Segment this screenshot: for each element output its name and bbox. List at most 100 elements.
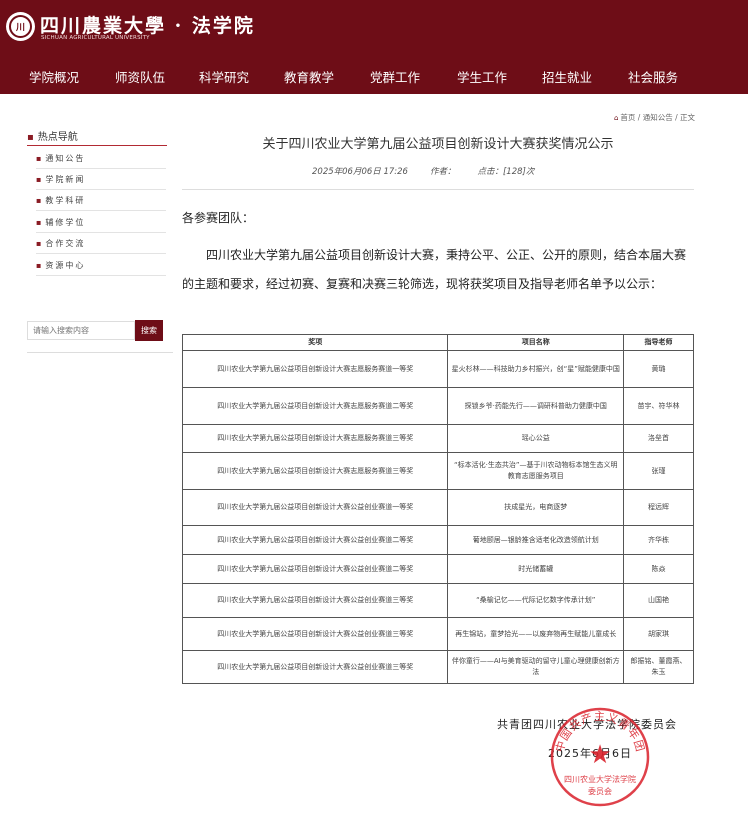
nav-item-research[interactable]: 科学研究 [199,67,249,86]
award-table: 奖项 项目名称 指导老师 四川农业大学第九届公益项目创新设计大赛志愿服务赛道一等… [181,334,694,684]
table-row: 四川农业大学第九届公益项目创新设计大赛公益创业赛道三等奖 “桑榆记忆——代际记忆… [181,583,694,618]
article-title: 关于四川农业大学第九届公益项目创新设计大赛获奖情况公示 [262,137,614,152]
signature-organization: 共青团四川农业大学法学院委员会 [497,718,677,731]
article-greeting: 各参赛团队： [182,211,255,225]
advisor-cell: 张瑾 [623,452,694,490]
table-header-row: 奖项 项目名称 指导老师 [181,334,694,351]
award-cell: 四川农业大学第九届公益项目创新设计大赛公益创业赛道二等奖 [181,525,449,555]
sidebar-item-notices[interactable]: ▪ 通知公告 [36,148,166,169]
column-header-award: 奖项 [181,334,449,351]
sidebar-item-cooperation[interactable]: ▪ 合作交流 [36,233,166,254]
advisor-cell: 黄璐 [623,350,694,388]
site-name[interactable]: 四川農業大學 · 法学院 [40,11,255,38]
nav-item-students[interactable]: 学生工作 [457,67,507,86]
sidebar-item-label: 通知公告 [45,154,86,163]
search-button[interactable]: 搜索 [135,320,163,341]
breadcrumb: ⌂ 首页 / 通知公告 / 正文 [614,112,695,123]
publish-date: 2025年06月06日 17:26 [312,167,408,177]
project-cell: 时光储蓄罐 [447,554,625,584]
bullet-icon: ▪ [36,154,42,163]
nav-item-service[interactable]: 社会服务 [628,67,678,86]
sidebar-divider [27,145,167,146]
article-meta: 2025年06月06日 17:26 作者： 点击：[128]次 [312,165,556,177]
nav-item-teaching[interactable]: 教育教学 [284,67,334,86]
advisor-cell: 洛垒首 [623,424,694,453]
advisor-cell: 郎振铭、董霞燕、朱玉 [623,650,694,684]
advisor-cell: 陈焱 [623,554,694,584]
article-body: 四川农业大学第九届公益项目创新设计大赛，秉持公平、公正、公开的原则，结合本届大赛… [182,248,687,291]
project-cell: 瑶心公益 [447,424,625,453]
nav-item-party[interactable]: 党群工作 [370,67,420,86]
click-count: 点击：[128]次 [477,167,535,177]
sidebar-item-research[interactable]: ▪ 教学科研 [36,190,166,211]
project-cell: 葡地颐居—银龄推含适老化改造领航计划 [447,525,625,555]
award-cell: 四川农业大学第九届公益项目创新设计大赛公益创业赛道二等奖 [181,554,449,584]
project-cell: 探锁乡爷·药能先行——调研科普助力健康中国 [447,387,625,425]
project-cell: “标本活化·生态共治”—基于川农动物标本馆生态义明教育志愿服务项目 [447,452,625,490]
sidebar-title: ▪ 热点导航 [27,128,78,143]
table-row: 四川农业大学第九届公益项目创新设计大赛志愿服务赛道三等奖 瑶心公益 洛垒首 [181,424,694,453]
nav-item-about[interactable]: 学院概况 [29,67,79,86]
seal-bottom-text: 四川农业大学法学院 [564,774,636,784]
sidebar-item-minor[interactable]: ▪ 辅修学位 [36,212,166,233]
breadcrumb-current: 正文 [680,113,695,122]
advisor-cell: 齐华栋 [623,525,694,555]
logo-emblem: 川 [9,15,32,38]
table-row: 四川农业大学第九届公益项目创新设计大赛公益创业赛道三等奖 伴你童行——AI与美育… [181,650,694,684]
award-cell: 四川农业大学第九届公益项目创新设计大赛志愿服务赛道三等奖 [181,424,449,453]
breadcrumb-section[interactable]: 通知公告 [643,113,673,122]
sidebar-item-news[interactable]: ▪ 学院新闻 [36,169,166,190]
bullet-icon: ▪ [36,196,42,205]
university-logo[interactable]: 川 [6,12,35,41]
project-cell: 再生锦站，童梦拾光——以废弃物再生赋能儿童成长 [447,617,625,651]
bullet-icon: ▪ [36,175,42,184]
award-cell: 四川农业大学第九届公益项目创新设计大赛公益创业赛道三等奖 [181,650,449,684]
advisor-cell: 胡家琪 [623,617,694,651]
seal-bottom-text-2: 委员会 [588,786,612,796]
signature-date: 2025年6月6日 [548,747,632,760]
breadcrumb-home[interactable]: 首页 [620,113,635,122]
home-icon: ⌂ [613,114,619,122]
column-header-project: 项目名称 [447,334,625,351]
site-header: 川 四川農業大學 · 法学院 SICHUAN AGRICULTURAL UNIV… [0,0,748,94]
sidebar-item-label: 教学科研 [45,196,86,205]
sidebar-item-label: 合作交流 [45,239,86,248]
advisor-cell: 程远辉 [623,489,694,526]
award-cell: 四川农业大学第九届公益项目创新设计大赛公益创业赛道三等奖 [181,617,449,651]
project-cell: 伴你童行——AI与美育驱动的留守儿童心理健康创新方法 [447,650,625,684]
table-row: 四川农业大学第九届公益项目创新设计大赛志愿服务赛道二等奖 探锁乡爷·药能先行——… [181,387,694,425]
award-cell: 四川农业大学第九届公益项目创新设计大赛公益创业赛道一等奖 [181,489,449,526]
sidebar-item-label: 学院新闻 [45,175,86,184]
sidebar-bottom-divider [27,352,173,353]
site-subtitle: SICHUAN AGRICULTURAL UNIVERSITY [41,35,150,41]
table-row: 四川农业大学第九届公益项目创新设计大赛公益创业赛道三等奖 再生锦站，童梦拾光——… [181,617,694,651]
advisor-cell: 山国艳 [623,583,694,618]
author-label: 作者： [429,167,456,177]
project-cell: 扶成星光，电商逐梦 [447,489,625,526]
award-cell: 四川农业大学第九届公益项目创新设计大赛志愿服务赛道二等奖 [181,387,449,425]
bullet-icon: ▪ [36,218,42,227]
project-cell: 星火杉林——科技助力乡村振兴，创“星”赋能健康中国 [447,350,625,388]
project-cell: “桑榆记忆——代际记忆数字传承计划” [447,583,625,618]
search-input[interactable] [27,321,135,340]
table-row: 四川农业大学第九届公益项目创新设计大赛志愿服务赛道三等奖 “标本活化·生态共治”… [181,452,694,490]
sidebar-item-label: 资源中心 [45,261,86,270]
table-row: 四川农业大学第九届公益项目创新设计大赛公益创业赛道二等奖 葡地颐居—银龄推含适老… [181,525,694,555]
advisor-cell: 苗宇、符华林 [623,387,694,425]
meta-divider [182,189,694,190]
bullet-icon: ▪ [36,239,42,248]
sidebar-title-text: 热点导航 [37,132,78,143]
award-cell: 四川农业大学第九届公益项目创新设计大赛公益创业赛道三等奖 [181,583,449,618]
nav-item-faculty[interactable]: 师资队伍 [115,67,165,86]
breadcrumb-separator: / [672,113,680,122]
table-row: 四川农业大学第九届公益项目创新设计大赛公益创业赛道一等奖 扶成星光，电商逐梦 程… [181,489,694,526]
award-cell: 四川农业大学第九届公益项目创新设计大赛志愿服务赛道一等奖 [181,350,449,388]
sidebar-item-resources[interactable]: ▪ 资源中心 [36,255,166,276]
main-nav: 学院概况 师资队伍 科学研究 教育教学 党群工作 学生工作 招生就业 社会服务 [0,60,748,90]
nav-item-admissions[interactable]: 招生就业 [542,67,592,86]
table-row: 四川农业大学第九届公益项目创新设计大赛志愿服务赛道一等奖 星火杉林——科技助力乡… [181,350,694,388]
breadcrumb-separator: / [635,113,643,122]
award-cell: 四川农业大学第九届公益项目创新设计大赛志愿服务赛道三等奖 [181,452,449,490]
bullet-icon: ▪ [36,261,42,270]
bullet-icon: ▪ [27,132,34,143]
